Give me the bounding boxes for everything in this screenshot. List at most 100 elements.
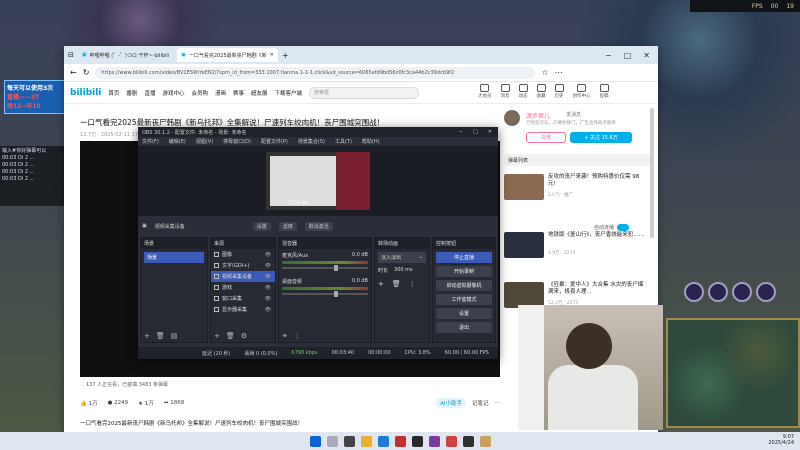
recommend-item[interactable]: 反攻的丧尸来袭！预购特惠价仅需 98 元! 2人气 · 推广 [504,174,652,204]
share-button[interactable]: ➦ 1868 [164,400,184,406]
add-icon[interactable]: + [214,332,220,340]
delete-icon[interactable]: 🗑 [156,332,165,340]
notes-button[interactable]: 记笔记 [472,399,489,407]
more-icon[interactable]: ⋮ [409,280,416,288]
virtual-camera-button[interactable]: 启动虚拟摄像机 [436,280,492,291]
system-tray-clock[interactable]: 9:07 2025/4/24 [768,434,794,446]
stop-stream-button[interactable]: 停止直播 [436,252,492,263]
filter-icon[interactable]: ▤ [171,332,178,340]
danmaku-list-toggle[interactable]: 弹幕列表 [504,154,652,166]
app-icon[interactable] [462,435,474,447]
minimize-icon[interactable]: − [459,129,463,135]
minimize-icon[interactable]: − [605,51,612,60]
menu-item[interactable]: 视图(V) [196,138,213,145]
more-icon[interactable]: ⋮ [294,332,301,340]
edge-icon[interactable] [377,435,389,447]
nav-item[interactable]: 赛事 [233,89,244,97]
header-icon-item[interactable]: 投稿 [600,84,609,99]
nav-item[interactable]: 超友展 [251,89,268,97]
source-item[interactable]: 文字(GDI+) 👁 [211,260,275,271]
delete-icon[interactable]: 🗑 [226,332,235,340]
header-icon-item[interactable]: 大会员 [478,84,492,99]
tab-video[interactable]: ▣ 一口气看完2025最新丧尸韩剧《新 ✕ [177,48,278,62]
close-tab-icon[interactable]: ✕ [270,52,274,58]
game-minimap[interactable] [666,318,800,428]
gear-icon[interactable]: ⚙ [241,332,247,340]
taskview-icon[interactable] [343,435,355,447]
header-icon-item[interactable]: 收藏 [537,84,546,99]
maximize-icon[interactable]: □ [624,51,632,60]
transition-select[interactable]: 淡入淡出 ⌄ [378,252,426,263]
nav-item[interactable]: 下载客户端 [275,89,303,97]
menu-icon[interactable]: ⋯ [555,68,563,77]
close-icon[interactable]: ✕ [488,129,492,135]
back-icon[interactable]: ⊟ [68,51,74,59]
filters-button[interactable]: 滤镜 [278,221,297,231]
nav-item[interactable]: 漫画 [215,89,226,97]
refresh-icon[interactable]: ↻ [83,68,90,77]
nav-item[interactable]: 直播 [144,89,155,97]
source-item[interactable]: 窗口采集 👁 [211,293,275,304]
uploader-name[interactable]: 渡步君儿 [526,111,550,120]
visibility-icon[interactable]: 👁 [265,285,275,291]
menu-item[interactable]: 停靠窗口(D) [223,138,251,145]
back-arrow-icon[interactable]: ← [70,68,77,77]
source-item[interactable]: 图像 👁 [211,249,275,260]
follow-button[interactable]: + 关注 15.6万 [570,132,632,143]
like-button[interactable]: 👍 1万 [80,399,98,407]
page-scrollbar[interactable] [650,108,654,238]
coin-button[interactable]: ● 2249 [108,400,129,406]
duration-field[interactable]: 300 ms [394,267,413,274]
menu-item[interactable]: 工具(T) [335,138,352,145]
nav-item[interactable]: 游戏中心 [162,89,184,97]
deactivate-button[interactable]: 取消激活 [304,221,333,231]
close-icon[interactable]: ✕ [643,51,650,60]
header-icon-item[interactable]: 动态 [519,84,528,99]
tab-bilibili-home[interactable]: ▣ 哔哩哔哩 (゜-゜)つロ 干杯~-bilibili [78,48,173,62]
add-icon[interactable]: + [144,332,150,340]
visibility-icon[interactable]: 👁 [265,274,275,280]
app-icon[interactable] [428,435,440,447]
favorite-star-icon[interactable]: ☆ [541,68,548,77]
maximize-icon[interactable]: □ [473,129,478,135]
menu-item[interactable]: 编辑(E) [169,138,186,145]
header-icon-item[interactable]: 消息 [501,84,510,99]
menu-item[interactable]: 配置文件(P) [261,138,288,145]
header-icon-item[interactable]: 创作中心 [573,84,591,99]
bilibili-logo-icon[interactable]: bilibili [70,88,101,98]
settings-button[interactable]: 设置 [252,221,271,231]
start-recording-button[interactable]: 开始录制 [436,266,492,277]
uploader-avatar[interactable] [504,110,520,126]
studio-mode-button[interactable]: 工作室模式 [436,294,492,305]
url-field[interactable]: https://www.bilibili.com/video/BV1ES9hYe… [95,66,536,79]
app-icon[interactable] [394,435,406,447]
search-icon[interactable] [326,435,338,447]
nav-item[interactable]: 会员购 [191,89,208,97]
source-item[interactable]: 视频采集设备 👁 [211,271,275,282]
scene-item[interactable]: 场景 [144,252,204,263]
delete-icon[interactable]: 🗑 [392,280,401,288]
obs-icon[interactable] [411,435,423,447]
charge-button[interactable]: 充电 [526,132,566,143]
header-icon-item[interactable]: 历史 [555,84,564,99]
obs-preview[interactable]: 1250 px [138,146,498,216]
visibility-icon[interactable]: 👁 [265,263,275,269]
ai-assistant-button[interactable]: AI小助手 [436,398,466,408]
menu-item[interactable]: 文件(F) [142,138,159,145]
menu-item[interactable]: 帮助(H) [362,138,380,145]
recommend-item[interactable]: 地铁版《釜山行》，丧尸香烧能来犯…… 1.9万 · 2274 [504,232,652,262]
settings-button[interactable]: 设置 [436,308,492,319]
source-item[interactable]: 显示器采集 👁 [211,304,275,315]
nav-item[interactable]: 首页 [108,89,119,97]
visibility-icon[interactable]: 👁 [265,307,275,313]
file-explorer-icon[interactable] [360,435,372,447]
game-icon[interactable] [479,435,491,447]
new-tab-icon[interactable]: + [282,51,289,60]
add-icon[interactable]: + [378,280,384,288]
link-icon[interactable]: ⚭ [282,332,288,340]
visibility-icon[interactable]: 👁 [265,296,275,302]
start-icon[interactable] [309,435,321,447]
app-icon[interactable] [445,435,457,447]
exit-button[interactable]: 退出 [436,322,492,333]
nav-item[interactable]: 番剧 [126,89,137,97]
